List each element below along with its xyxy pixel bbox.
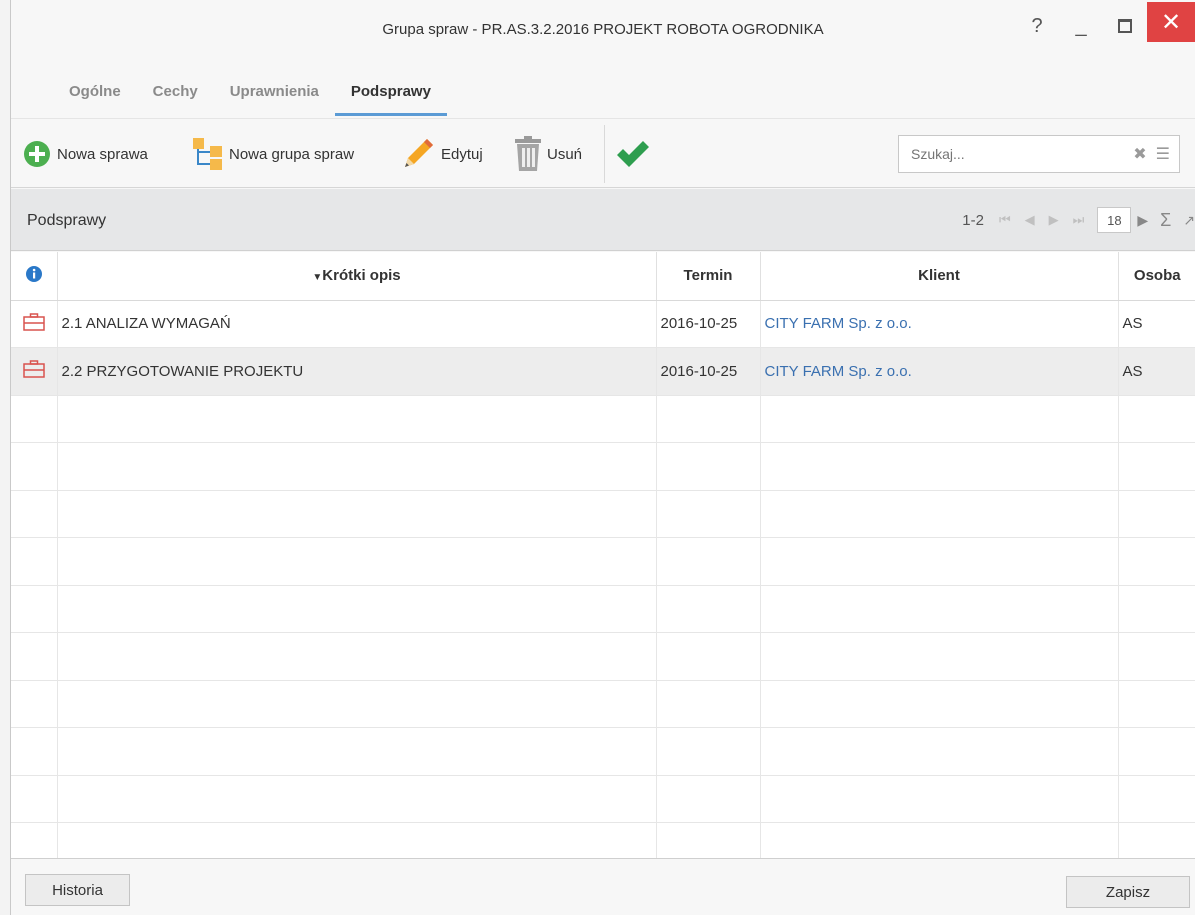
empty-row (11, 395, 1195, 443)
briefcase-icon (23, 313, 45, 331)
info-column-header[interactable] (11, 252, 58, 301)
client-column-header[interactable]: Klient (760, 252, 1119, 301)
add-icon (24, 141, 50, 167)
tab-ogolne[interactable]: Ogólne (53, 78, 137, 116)
new-group-button[interactable]: Nowa grupa spraw (191, 134, 354, 174)
record-range: 1-2 (962, 211, 984, 229)
row-person: AS (1118, 347, 1195, 396)
window-controls: ? _ ✕ (1015, 2, 1195, 44)
empty-row (11, 585, 1195, 633)
delete-button[interactable]: Usuń (513, 134, 582, 174)
toolbar-separator (604, 125, 605, 183)
dialog-window: Grupa spraw - PR.AS.3.2.2016 PROJEKT ROB… (10, 0, 1195, 915)
empty-row (11, 775, 1195, 823)
close-button[interactable]: ✕ (1147, 2, 1195, 42)
empty-row (11, 680, 1195, 728)
table-header-row: ▼Krótki opis Termin Klient Osoba (11, 252, 1195, 301)
empty-row (11, 822, 1195, 858)
sum-icon[interactable]: Σ (1160, 210, 1171, 231)
help-button[interactable]: ? (1015, 8, 1059, 44)
confirm-button[interactable] (615, 134, 651, 174)
subcases-table: ▼Krótki opis Termin Klient Osoba 2.1 ANA… (11, 252, 1195, 858)
edit-button[interactable]: Edytuj (399, 134, 483, 174)
subcases-grid: ▼Krótki opis Termin Klient Osoba 2.1 ANA… (11, 252, 1195, 858)
row-description: 2.2 PRZYGOTOWANIE PROJEKTU (57, 347, 657, 396)
dialog-footer: Historia Zapisz (11, 858, 1195, 915)
menu-icon[interactable]: ☰ (1156, 144, 1170, 164)
toolbar: Nowa sprawa Nowa grupa spraw Edytuj Usuń… (11, 118, 1195, 188)
person-column-header[interactable]: Osoba (1118, 252, 1195, 301)
tab-bar: Ogólne Cechy Uprawnienia Podsprawy (53, 78, 447, 116)
first-page-icon[interactable]: ⏮ (999, 212, 1011, 228)
briefcase-icon (23, 360, 45, 378)
empty-row (11, 727, 1195, 776)
trash-icon (515, 136, 541, 171)
maximize-icon (1118, 19, 1132, 33)
panel-title: Podsprawy (27, 212, 107, 229)
table-row[interactable]: 2.1 ANALIZA WYMAGAŃ 2016-10-25 CITY FARM… (11, 300, 1195, 348)
sort-desc-icon: ▼ (312, 272, 323, 284)
new-group-label: Nowa grupa spraw (229, 145, 355, 163)
checkmark-icon (617, 141, 649, 167)
empty-row (11, 632, 1195, 681)
description-column-header[interactable]: ▼Krótki opis (57, 252, 657, 301)
row-description: 2.1 ANALIZA WYMAGAŃ (57, 300, 657, 348)
prev-page-icon[interactable]: ◀ (1025, 212, 1035, 228)
empty-row (11, 537, 1195, 586)
case-group-icon (193, 138, 222, 170)
description-header-label: Krótki opis (322, 267, 401, 285)
expand-icon[interactable]: ↗ (1183, 212, 1195, 229)
new-case-label: Nowa sprawa (57, 145, 148, 163)
row-person: AS (1118, 300, 1195, 348)
empty-row (11, 442, 1195, 491)
history-button[interactable]: Historia (25, 874, 130, 906)
tab-podsprawy[interactable]: Podsprawy (334, 78, 447, 116)
row-client-link[interactable]: CITY FARM Sp. z o.o. (760, 300, 1119, 348)
next-page-icon[interactable]: ▶ (1049, 212, 1059, 228)
edit-label: Edytuj (441, 145, 483, 163)
search-box: ✖ ☰ (898, 135, 1180, 173)
clear-icon[interactable]: ✖ (1133, 144, 1146, 164)
new-case-button[interactable]: Nowa sprawa (23, 134, 148, 174)
title-bar: Grupa spraw - PR.AS.3.2.2016 PROJEKT ROB… (11, 0, 1195, 60)
tab-uprawnienia[interactable]: Uprawnienia (214, 78, 335, 116)
save-button[interactable]: Zapisz (1066, 876, 1190, 908)
empty-row (11, 490, 1195, 538)
maximize-button[interactable] (1103, 8, 1147, 44)
row-client-link[interactable]: CITY FARM Sp. z o.o. (760, 347, 1119, 396)
pager: 1-2 ⏮ ◀ ▶ ⏭ 18 ▶ Σ ↗ (962, 207, 1195, 233)
pencil-icon (405, 139, 433, 167)
row-term: 2016-10-25 (656, 347, 761, 396)
delete-label: Usuń (547, 145, 583, 163)
table-row[interactable]: 2.2 PRZYGOTOWANIE PROJEKTU 2016-10-25 CI… (11, 347, 1195, 396)
info-icon (25, 265, 42, 282)
panel-header: Podsprawy 1-2 ⏮ ◀ ▶ ⏭ 18 ▶ Σ ↗ (11, 189, 1195, 251)
tab-cechy[interactable]: Cechy (137, 78, 214, 116)
page-size-arrow-icon[interactable]: ▶ (1137, 212, 1148, 229)
page-size-input[interactable]: 18 (1097, 207, 1132, 233)
minimize-button[interactable]: _ (1059, 8, 1103, 44)
last-page-icon[interactable]: ⏭ (1073, 212, 1085, 228)
term-column-header[interactable]: Termin (656, 252, 761, 301)
row-term: 2016-10-25 (656, 300, 761, 348)
search-input[interactable] (911, 146, 1134, 162)
